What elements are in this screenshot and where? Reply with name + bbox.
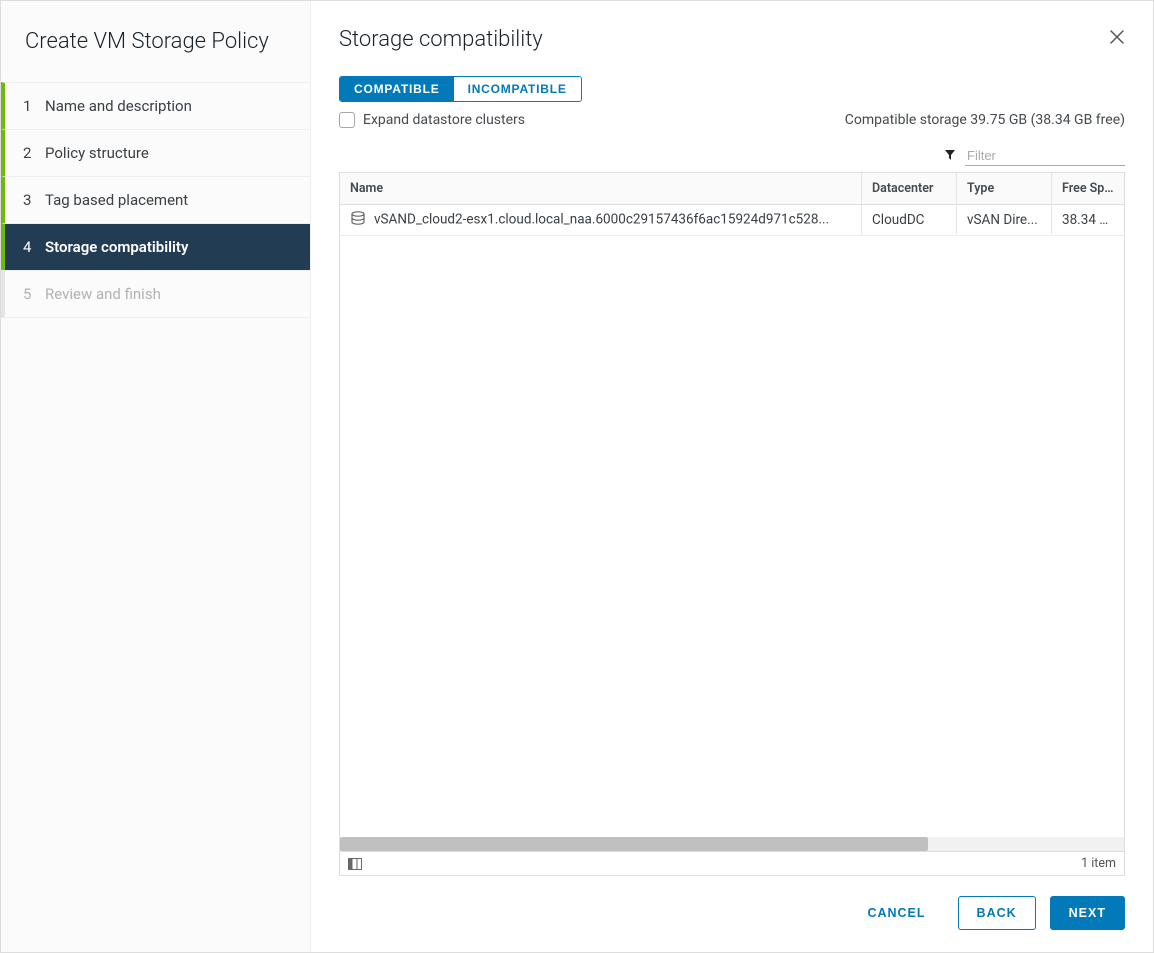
table-body: vSAND_cloud2-esx1.cloud.local_naa.6000c2… (340, 205, 1124, 837)
expand-clusters-checkbox[interactable]: Expand datastore clusters (339, 112, 525, 128)
tab-incompatible[interactable]: INCOMPATIBLE (454, 77, 581, 101)
datastore-icon (350, 211, 366, 229)
wizard-main: Storage compatibility COMPATIBLE INCOMPA… (311, 1, 1153, 952)
item-count: 1 item (1081, 856, 1116, 871)
datastore-table: Name Datacenter Type Free Spac (339, 172, 1125, 876)
table-header: Name Datacenter Type Free Spac (340, 173, 1124, 205)
table-row[interactable]: vSAND_cloud2-esx1.cloud.local_naa.6000c2… (340, 205, 1124, 236)
segmented-control: COMPATIBLE INCOMPATIBLE (339, 76, 582, 102)
filter-row (339, 146, 1125, 166)
cell-datacenter: CloudDC (862, 206, 957, 234)
col-free-space[interactable]: Free Spac (1052, 173, 1124, 204)
page-title: Storage compatibility (339, 27, 543, 52)
create-vm-storage-policy-dialog: Create VM Storage Policy 1 Name and desc… (0, 0, 1154, 953)
step-tag-placement[interactable]: 3 Tag based placement (1, 176, 310, 224)
col-name[interactable]: Name (340, 173, 862, 204)
step-name-description[interactable]: 1 Name and description (1, 82, 310, 130)
step-storage-compatibility[interactable]: 4 Storage compatibility (1, 223, 310, 271)
options-row: Expand datastore clusters Compatible sto… (339, 112, 1125, 128)
cell-name: vSAND_cloud2-esx1.cloud.local_naa.6000c2… (340, 205, 862, 235)
step-label: Tag based placement (45, 191, 292, 209)
col-datacenter[interactable]: Datacenter (862, 173, 957, 204)
step-number: 2 (23, 144, 45, 162)
wizard-sidebar: Create VM Storage Policy 1 Name and desc… (1, 1, 311, 952)
cancel-button[interactable]: CANCEL (849, 897, 943, 929)
cell-type: vSAN Dire... (957, 206, 1052, 234)
column-picker-button[interactable] (348, 858, 362, 870)
step-number: 4 (23, 238, 45, 256)
compatibility-tabs: COMPATIBLE INCOMPATIBLE (339, 76, 1125, 102)
horizontal-scrollbar[interactable] (340, 837, 1124, 851)
compatible-summary: Compatible storage 39.75 GB (38.34 GB fr… (845, 112, 1125, 128)
step-label: Review and finish (45, 285, 292, 303)
step-review-finish: 5 Review and finish (1, 270, 310, 318)
checkbox-label: Expand datastore clusters (363, 112, 525, 128)
wizard-title: Create VM Storage Policy (1, 1, 310, 82)
next-button[interactable]: NEXT (1050, 896, 1125, 930)
step-number: 3 (23, 191, 45, 209)
scrollbar-thumb[interactable] (340, 837, 928, 851)
filter-icon[interactable] (945, 150, 955, 163)
checkbox-box (339, 112, 355, 128)
step-number: 5 (23, 285, 45, 303)
step-policy-structure[interactable]: 2 Policy structure (1, 129, 310, 177)
step-number: 1 (23, 97, 45, 115)
col-type[interactable]: Type (957, 173, 1052, 204)
close-icon (1109, 29, 1125, 45)
content: COMPATIBLE INCOMPATIBLE Expand datastore… (311, 76, 1153, 876)
cell-free: 38.34 GB (1052, 206, 1124, 234)
main-header: Storage compatibility (311, 1, 1153, 76)
tab-compatible[interactable]: COMPATIBLE (340, 77, 454, 101)
wizard-steps: 1 Name and description 2 Policy structur… (1, 82, 310, 317)
back-button[interactable]: BACK (958, 896, 1036, 930)
filter-input[interactable] (965, 146, 1125, 166)
table-footer: 1 item (340, 851, 1124, 875)
step-label: Storage compatibility (45, 238, 292, 256)
step-label: Policy structure (45, 144, 292, 162)
step-label: Name and description (45, 97, 292, 115)
close-button[interactable] (1109, 29, 1125, 50)
cell-name-text: vSAND_cloud2-esx1.cloud.local_naa.6000c2… (374, 212, 829, 228)
wizard-footer: CANCEL BACK NEXT (311, 876, 1153, 952)
